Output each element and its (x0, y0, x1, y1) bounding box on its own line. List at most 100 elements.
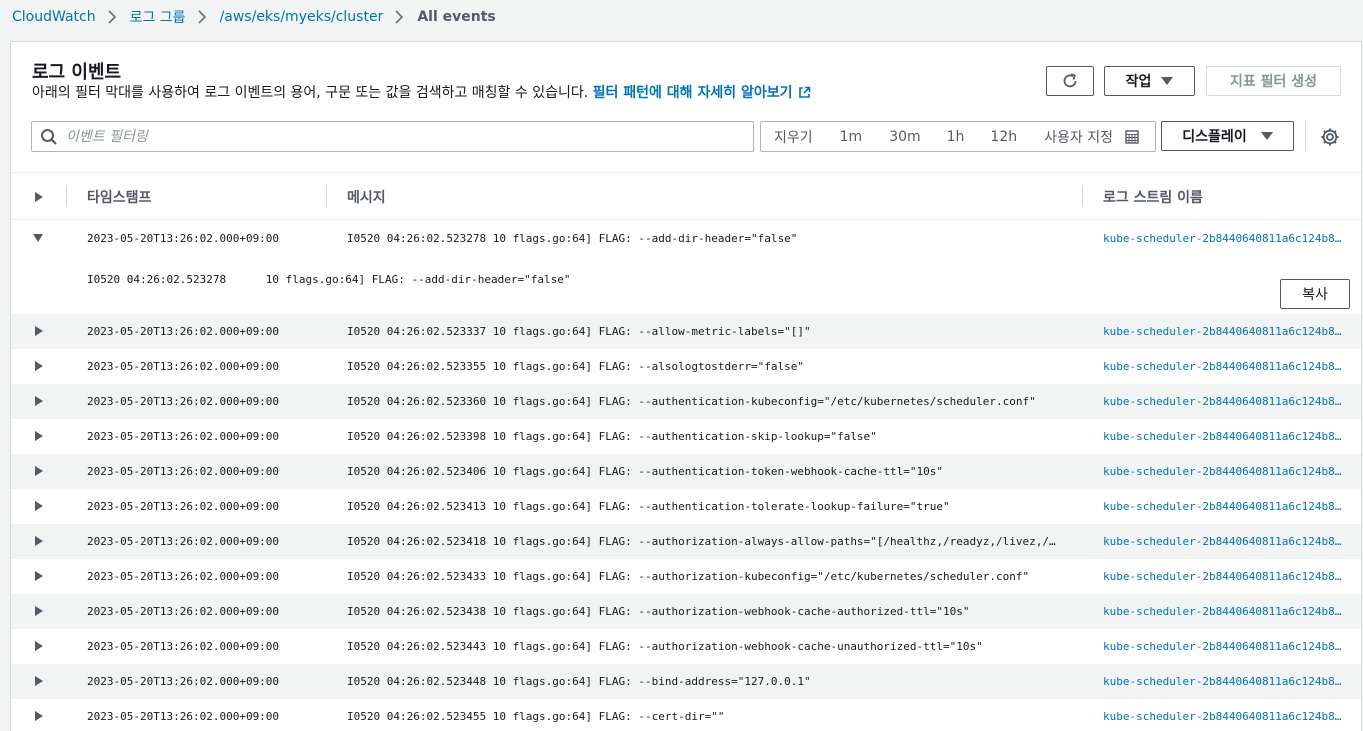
caret-right-icon (35, 536, 43, 546)
filter-events-input[interactable] (66, 128, 726, 145)
time-range-1m[interactable]: 1m (840, 129, 863, 145)
row-message: I0520 04:26:02.523360 10 flags.go:64] FL… (347, 395, 1036, 408)
breadcrumb-cloudwatch[interactable]: CloudWatch (12, 9, 96, 25)
expand-row-toggle[interactable] (33, 427, 51, 445)
time-range-custom[interactable]: 사용자 지정 (1044, 127, 1140, 147)
time-range-1h[interactable]: 1h (947, 129, 965, 145)
expand-row-toggle[interactable] (33, 567, 51, 585)
caret-right-icon (35, 711, 43, 721)
row-message: I0520 04:26:02.523455 10 flags.go:64] FL… (347, 710, 725, 723)
column-divider (1082, 185, 1083, 207)
table-row[interactable]: 2023-05-20T13:26:02.000+09:00 I0520 04:26… (11, 699, 1361, 731)
row-timestamp: 2023-05-20T13:26:02.000+09:00 (87, 395, 280, 408)
learn-more-label: 필터 패턴에 대해 자세히 알아보기 (592, 85, 793, 101)
table-row[interactable]: 2023-05-20T13:26:02.000+09:00 I0520 04:26… (11, 454, 1361, 489)
row-log-stream-link[interactable]: kube-scheduler-2b8440640811a6c124b8… (1103, 640, 1343, 653)
caret-right-icon (35, 361, 43, 371)
caret-right-icon (35, 571, 43, 581)
actions-button[interactable]: 작업 (1104, 66, 1195, 96)
row-log-stream-link[interactable]: kube-scheduler-2b8440640811a6c124b8… (1103, 500, 1343, 513)
row-timestamp: 2023-05-20T13:26:02.000+09:00 (87, 640, 280, 653)
custom-label: 사용자 지정 (1044, 129, 1113, 146)
time-range-30m[interactable]: 30m (889, 129, 920, 145)
expand-row-toggle[interactable] (33, 707, 51, 725)
page-title: 로그 이벤트 (32, 62, 122, 83)
time-range-12h[interactable]: 12h (990, 129, 1017, 145)
row-message: I0520 04:26:02.523418 10 flags.go:64] FL… (347, 535, 1062, 548)
table-row[interactable]: 2023-05-20T13:26:02.000+09:00 I0520 04:26… (11, 524, 1361, 559)
row-timestamp: 2023-05-20T13:26:02.000+09:00 (87, 570, 280, 583)
expand-row-toggle[interactable] (33, 637, 51, 655)
create-metric-filter-button[interactable]: 지표 필터 생성 (1206, 66, 1341, 96)
search-icon (41, 128, 57, 145)
expand-row-toggle[interactable] (33, 392, 51, 410)
table-row[interactable]: 2023-05-20T13:26:02.000+09:00 I0520 04:26… (11, 384, 1361, 419)
expand-row-toggle[interactable] (33, 672, 51, 690)
caret-right-icon (35, 641, 43, 651)
row-log-stream-link[interactable]: kube-scheduler-2b8440640811a6c124b8… (1103, 570, 1343, 583)
caret-right-icon (35, 676, 43, 686)
column-divider (326, 185, 327, 207)
row-log-stream-link[interactable]: kube-scheduler-2b8440640811a6c124b8… (1103, 675, 1343, 688)
log-events-panel: 로그 이벤트 아래의 필터 막대를 사용하여 로그 이벤트의 용어, 구문 또는… (10, 41, 1362, 731)
breadcrumb-log-group[interactable]: /aws/eks/myeks/cluster (220, 9, 384, 25)
row-log-stream-link[interactable]: kube-scheduler-2b8440640811a6c124b8… (1103, 325, 1343, 338)
caret-right-icon (35, 501, 43, 511)
header-log-stream[interactable]: 로그 스트림 이름 (1103, 187, 1203, 207)
breadcrumb-log-groups[interactable]: 로그 그룹 (130, 7, 186, 27)
row-message: I0520 04:26:02.523413 10 flags.go:64] FL… (347, 500, 950, 513)
expand-row-toggle[interactable] (33, 497, 51, 515)
caret-right-icon (35, 466, 43, 476)
display-button[interactable]: 디스플레이 (1161, 121, 1294, 151)
table-row[interactable]: 2023-05-20T13:26:02.000+09:00 I0520 04:26… (11, 349, 1361, 384)
table-row[interactable]: 2023-05-20T13:26:02.000+09:00 I0520 04:26… (11, 559, 1361, 594)
refresh-icon (1063, 73, 1077, 88)
caret-down-icon (1260, 132, 1273, 140)
chevron-right-icon (395, 10, 404, 24)
row-log-stream-link[interactable]: kube-scheduler-2b8440640811a6c124b8… (1103, 605, 1343, 618)
row-message: I0520 04:26:02.523337 10 flags.go:64] FL… (347, 325, 811, 338)
row-message: I0520 04:26:02.523355 10 flags.go:64] FL… (347, 360, 804, 373)
expand-row-toggle[interactable] (33, 602, 51, 620)
table-row[interactable]: 2023-05-20T13:26:02.000+09:00 I0520 04:26… (11, 419, 1361, 454)
table-row[interactable]: 2023-05-20T13:26:02.000+09:00 I0520 04:26… (11, 594, 1361, 629)
table-row[interactable]: 2023-05-20T13:26:02.000+09:00 I0520 04:26… (11, 664, 1361, 699)
external-link-icon (799, 86, 811, 98)
row-timestamp: 2023-05-20T13:26:02.000+09:00 (87, 500, 280, 513)
table-row[interactable]: 2023-05-20T13:26:02.000+09:00 I0520 04:26… (11, 314, 1361, 349)
expand-all-icon[interactable] (35, 192, 43, 202)
row-log-stream-link[interactable]: kube-scheduler-2b8440640811a6c124b8… (1103, 465, 1343, 478)
row-message: I0520 04:26:02.523398 10 flags.go:64] FL… (347, 430, 877, 443)
row-log-stream-link[interactable]: kube-scheduler-2b8440640811a6c124b8… (1103, 535, 1343, 548)
row-timestamp: 2023-05-20T13:26:02.000+09:00 (87, 325, 280, 338)
refresh-button[interactable] (1046, 66, 1094, 96)
gear-icon[interactable] (1320, 127, 1340, 147)
expand-row-toggle[interactable] (33, 532, 51, 550)
header-message[interactable]: 메시지 (347, 187, 386, 207)
row-log-stream-link[interactable]: kube-scheduler-2b8440640811a6c124b8… (1103, 710, 1343, 723)
row-timestamp: 2023-05-20T13:26:02.000+09:00 (87, 360, 280, 373)
divider (1305, 121, 1306, 151)
row-log-stream-link[interactable]: kube-scheduler-2b8440640811a6c124b8… (1103, 430, 1343, 443)
time-clear[interactable]: 지우기 (774, 127, 813, 147)
expand-row-toggle[interactable] (33, 322, 51, 340)
row-log-stream-link[interactable]: kube-scheduler-2b8440640811a6c124b8… (1103, 360, 1343, 373)
expand-row-toggle[interactable] (33, 462, 51, 480)
table-row[interactable]: 2023-05-20T13:26:02.000+09:00 I0520 04:26… (11, 489, 1361, 524)
learn-more-link[interactable]: 필터 패턴에 대해 자세히 알아보기 (593, 85, 812, 101)
caret-right-icon (35, 396, 43, 406)
row-log-stream-link[interactable]: kube-scheduler-2b8440640811a6c124b8… (1103, 395, 1343, 408)
row-timestamp: 2023-05-20T13:26:02.000+09:00 (87, 710, 280, 723)
copy-button[interactable]: 복사 (1280, 279, 1350, 309)
row-timestamp: 2023-05-20T13:26:02.000+09:00 (87, 535, 280, 548)
filter-events-search (31, 121, 754, 152)
row-message: I0520 04:26:02.523406 10 flags.go:64] FL… (347, 465, 944, 478)
row-timestamp: 2023-05-20T13:26:02.000+09:00 (87, 430, 280, 443)
time-range-selector: 지우기 1m 30m 1h 12h 사용자 지정 (760, 121, 1156, 152)
row-message: I0520 04:26:02.523443 10 flags.go:64] FL… (347, 640, 983, 653)
table-header: 타임스탬프 메시지 로그 스트림 이름 (11, 172, 1361, 220)
table-row[interactable]: 2023-05-20T13:26:02.000+09:00 I0520 04:26… (11, 629, 1361, 664)
breadcrumb: CloudWatch 로그 그룹 /aws/eks/myeks/cluster … (12, 7, 496, 27)
expand-row-toggle[interactable] (33, 357, 51, 375)
header-timestamp[interactable]: 타임스탬프 (87, 187, 151, 207)
